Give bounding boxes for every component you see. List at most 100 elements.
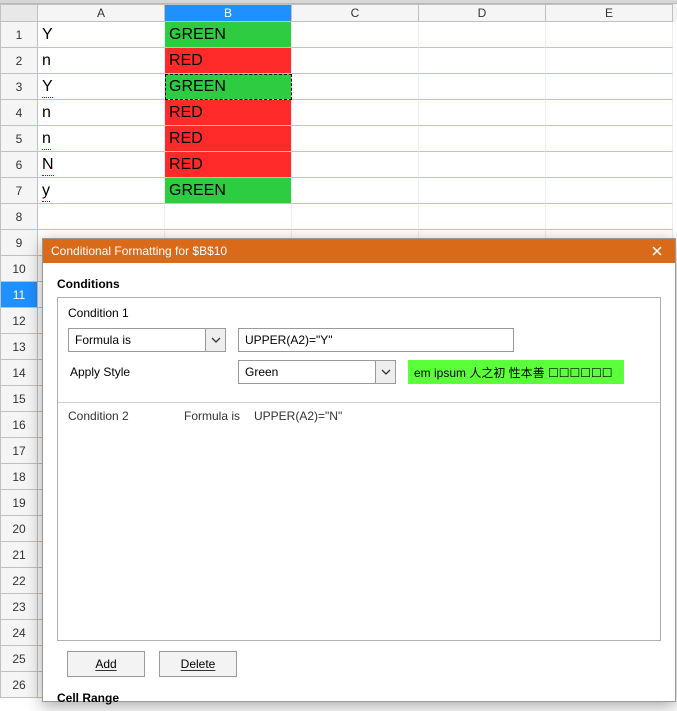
row-header[interactable]: 1 — [0, 22, 38, 48]
row: 6NRED — [0, 152, 677, 178]
row-header[interactable]: 13 — [0, 334, 38, 360]
row: 4nRED — [0, 100, 677, 126]
cell-E8[interactable] — [546, 204, 673, 230]
cell-A7[interactable]: y — [38, 178, 165, 204]
row-header[interactable]: 26 — [0, 672, 38, 698]
condition-2-formula: UPPER(A2)="N" — [254, 409, 342, 423]
cell-C1[interactable] — [292, 22, 419, 48]
row-header[interactable]: 16 — [0, 412, 38, 438]
cell-B4[interactable]: RED — [165, 100, 292, 126]
apply-style-dropdown[interactable]: Green — [238, 360, 396, 384]
row-header[interactable]: 3 — [0, 74, 38, 100]
row-header[interactable]: 23 — [0, 594, 38, 620]
add-button[interactable]: Add — [67, 651, 145, 677]
condition-2-heading: Condition 2 — [68, 409, 184, 423]
cell-E1[interactable] — [546, 22, 673, 48]
cell-B6[interactable]: RED — [165, 152, 292, 178]
condition-type-dropdown[interactable]: Formula is — [68, 328, 226, 352]
cell-C2[interactable] — [292, 48, 419, 74]
row: 1YGREEN — [0, 22, 677, 48]
cell-D5[interactable] — [419, 126, 546, 152]
cell-range-section-label: Cell Range — [43, 677, 675, 711]
cell-A1[interactable]: Y — [38, 22, 165, 48]
close-icon[interactable] — [647, 241, 667, 261]
cell-B5[interactable]: RED — [165, 126, 292, 152]
row-header[interactable]: 10 — [0, 256, 38, 282]
cell-E6[interactable] — [546, 152, 673, 178]
cell-E4[interactable] — [546, 100, 673, 126]
cell-A4[interactable]: n — [38, 100, 165, 126]
column-header-C[interactable]: C — [292, 4, 419, 22]
row-header[interactable]: 20 — [0, 516, 38, 542]
cell-E3[interactable] — [546, 74, 673, 100]
row-header[interactable]: 21 — [0, 542, 38, 568]
condition-2[interactable]: Condition 2 Formula is UPPER(A2)="N" — [58, 402, 660, 429]
cell-C3[interactable] — [292, 74, 419, 100]
condition-1[interactable]: Condition 1 Formula is Apply Style Green — [58, 298, 660, 402]
row-header[interactable]: 18 — [0, 464, 38, 490]
row: 8 — [0, 204, 677, 230]
row: 7yGREEN — [0, 178, 677, 204]
row-header[interactable]: 12 — [0, 308, 38, 334]
row-header[interactable]: 5 — [0, 126, 38, 152]
cell-A2[interactable]: n — [38, 48, 165, 74]
cell-D6[interactable] — [419, 152, 546, 178]
cell-D7[interactable] — [419, 178, 546, 204]
dialog-button-row: Add Delete — [43, 641, 675, 677]
cell-D8[interactable] — [419, 204, 546, 230]
cell-D1[interactable] — [419, 22, 546, 48]
condition-formula-input[interactable] — [238, 328, 514, 352]
cell-C5[interactable] — [292, 126, 419, 152]
row-header[interactable]: 24 — [0, 620, 38, 646]
row-header[interactable]: 25 — [0, 646, 38, 672]
dialog-titlebar[interactable]: Conditional Formatting for $B$10 — [43, 239, 675, 263]
row-header[interactable]: 6 — [0, 152, 38, 178]
cell-B2[interactable]: RED — [165, 48, 292, 74]
dialog-title: Conditional Formatting for $B$10 — [51, 244, 647, 258]
cell-B7[interactable]: GREEN — [165, 178, 292, 204]
column-header-B[interactable]: B — [165, 4, 292, 22]
cell-A6[interactable]: N — [38, 152, 165, 178]
delete-button[interactable]: Delete — [159, 651, 237, 677]
condition-2-type: Formula is — [184, 409, 254, 423]
cell-C6[interactable] — [292, 152, 419, 178]
row: 2nRED — [0, 48, 677, 74]
cell-C8[interactable] — [292, 204, 419, 230]
cell-A8[interactable] — [38, 204, 165, 230]
apply-style-label: Apply Style — [68, 365, 226, 379]
conditional-formatting-dialog: Conditional Formatting for $B$10 Conditi… — [42, 238, 676, 702]
cell-B1[interactable]: GREEN — [165, 22, 292, 48]
cell-D3[interactable] — [419, 74, 546, 100]
row-header[interactable]: 22 — [0, 568, 38, 594]
cell-A3[interactable]: Y — [38, 74, 165, 100]
row-header[interactable]: 19 — [0, 490, 38, 516]
cell-B3[interactable]: GREEN — [165, 74, 292, 100]
row-header[interactable]: 14 — [0, 360, 38, 386]
cell-D2[interactable] — [419, 48, 546, 74]
row-header[interactable]: 7 — [0, 178, 38, 204]
cell-E2[interactable] — [546, 48, 673, 74]
row-header[interactable]: 4 — [0, 100, 38, 126]
row-header[interactable]: 8 — [0, 204, 38, 230]
column-header-E[interactable]: E — [546, 4, 673, 22]
cell-E7[interactable] — [546, 178, 673, 204]
column-header-A[interactable]: A — [38, 4, 165, 22]
row-header[interactable]: 15 — [0, 386, 38, 412]
row: 5nRED — [0, 126, 677, 152]
conditions-list: Condition 1 Formula is Apply Style Green — [57, 297, 661, 641]
cell-A5[interactable]: n — [38, 126, 165, 152]
cell-D4[interactable] — [419, 100, 546, 126]
row-header[interactable]: 11 — [0, 282, 38, 308]
cell-C7[interactable] — [292, 178, 419, 204]
cell-E5[interactable] — [546, 126, 673, 152]
style-preview: em ipsum 人之初 性本善 ☐☐☐☐☐☐ — [408, 360, 624, 384]
row-header[interactable]: 9 — [0, 230, 38, 256]
column-headers: ABCDE — [0, 4, 677, 22]
row-header[interactable]: 17 — [0, 438, 38, 464]
column-header-D[interactable]: D — [419, 4, 546, 22]
cell-B8[interactable] — [165, 204, 292, 230]
select-all-corner[interactable] — [0, 4, 38, 22]
condition-type-value: Formula is — [75, 333, 131, 347]
cell-C4[interactable] — [292, 100, 419, 126]
row-header[interactable]: 2 — [0, 48, 38, 74]
